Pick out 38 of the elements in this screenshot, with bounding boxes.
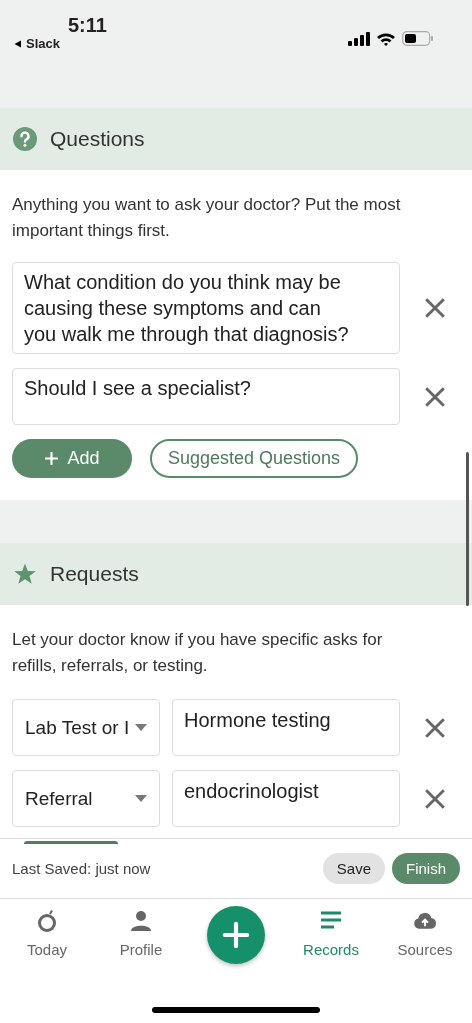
back-link[interactable]: Slack	[26, 36, 60, 51]
close-icon[interactable]	[424, 716, 446, 739]
help-icon	[13, 127, 37, 151]
finish-button[interactable]: Finish	[392, 853, 460, 884]
section-description: Anything you want to ask your doctor? Put the most important things first.	[12, 194, 402, 242]
section-title: Requests	[50, 562, 139, 586]
section-title: Questions	[50, 127, 145, 151]
wifi-icon	[376, 31, 396, 46]
plus-icon	[222, 921, 250, 949]
signal-icon	[348, 31, 370, 46]
plus-icon	[44, 451, 60, 466]
add-button[interactable]: Add	[12, 439, 132, 478]
tab-item[interactable]: Sources	[385, 899, 465, 999]
request-field[interactable]: endocrinologist	[172, 770, 400, 827]
question-field[interactable]: Should I see a specialist?	[12, 368, 400, 425]
section-description: Let your doctor know if you have specific asks for refills, referrals, or testing.	[12, 629, 384, 677]
star-icon	[13, 562, 37, 586]
question-field[interactable]: What condition do you think may be causing these symptoms and can you walk me through that diagnosis?	[12, 262, 400, 354]
caret-icon	[135, 795, 147, 802]
battery-icon	[402, 31, 434, 46]
back-arrow-icon	[14, 39, 22, 48]
tab-item[interactable]: Profile	[101, 899, 181, 999]
close-icon[interactable]	[424, 385, 446, 408]
status-time: 5:11	[68, 14, 107, 36]
tab-item[interactable]: Records	[291, 899, 371, 999]
request-type-dropdown[interactable]: Lab Test or I	[12, 699, 160, 756]
tab-item[interactable]: Today	[7, 899, 87, 999]
close-icon[interactable]	[424, 297, 446, 319]
close-icon[interactable]	[424, 787, 446, 810]
suggested-questions-button[interactable]: Suggested Questions	[150, 439, 359, 478]
person-icon	[129, 909, 153, 933]
last-saved-text: Last Saved: just now	[12, 860, 151, 877]
request-type-dropdown[interactable]: Referral	[12, 770, 160, 827]
request-field[interactable]: Hormone testing	[172, 699, 400, 756]
caret-icon	[135, 724, 147, 731]
save-button[interactable]: Save	[322, 853, 385, 884]
ring-icon	[35, 909, 59, 933]
add-fab-button[interactable]	[207, 906, 265, 964]
